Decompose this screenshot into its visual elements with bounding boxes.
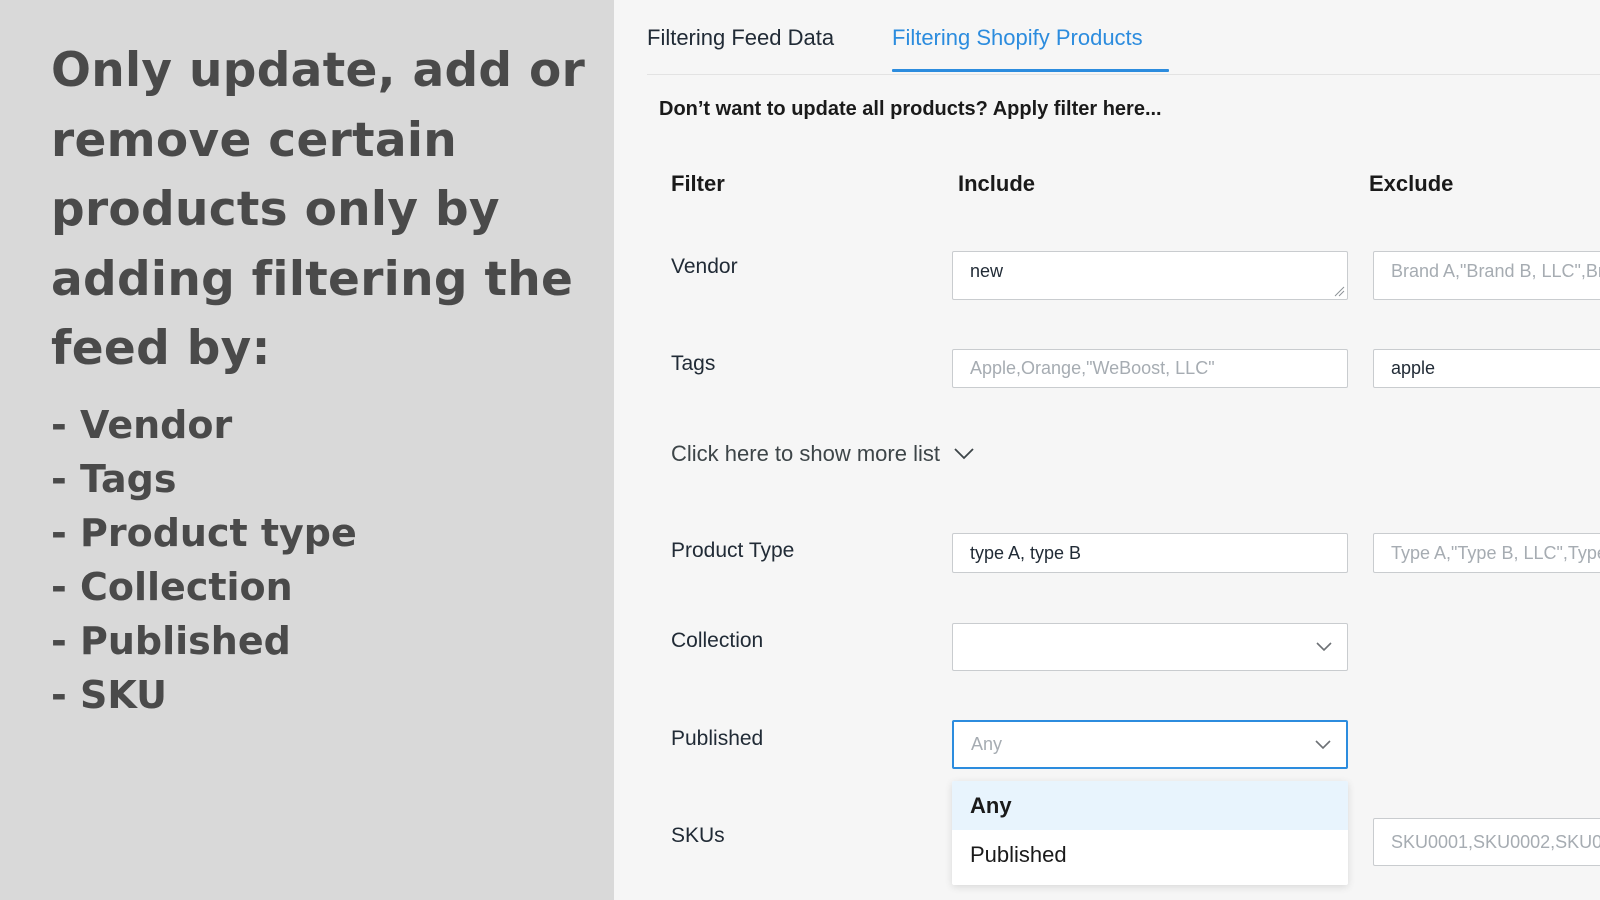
column-header-filter: Filter [671,171,725,196]
tab-filtering-feed-data[interactable]: Filtering Feed Data [647,25,834,51]
vendor-label: Vendor [671,255,738,278]
filter-intro-text: Don’t want to update all products? Apply… [659,98,1162,120]
tab-filtering-shopify-products[interactable]: Filtering Shopify Products [892,25,1143,51]
promo-panel: Only update, add or remove certain produ… [0,0,614,900]
chevron-down-icon [954,448,974,460]
tags-include-placeholder: Apple,Orange,"WeBoost, LLC" [970,358,1215,378]
tags-exclude-value: apple [1391,358,1436,378]
show-more-list-toggle[interactable]: Click here to show more list [671,441,974,467]
chevron-down-icon [1316,642,1332,652]
resize-handle-icon[interactable] [1334,286,1345,297]
collection-select[interactable] [952,623,1348,671]
show-more-label: Click here to show more list [671,441,940,466]
product-type-exclude-placeholder: Type A,"Type B, LLC",Type C [1391,542,1600,563]
bullet-published: - Published [51,619,291,663]
column-header-include: Include [958,171,1036,196]
tab-bar: Filtering Feed Data Filtering Shopify Pr… [647,0,1600,75]
product-type-include-input[interactable]: type A, type B [952,533,1348,573]
promo-bullets: - Vendor - Tags - Product type - Collect… [51,398,357,722]
bullet-product-type: - Product type [51,511,357,555]
promo-headline: Only update, add or remove certain produ… [51,43,586,377]
bullet-vendor: - Vendor [51,403,233,447]
published-select-placeholder: Any [971,734,1003,754]
tags-include-input[interactable]: Apple,Orange,"WeBoost, LLC" [952,349,1348,388]
vendor-exclude-textarea[interactable]: Brand A,"Brand B, LLC",Brand C [1373,251,1600,300]
tags-label: Tags [671,352,716,375]
skus-label: SKUs [671,824,725,847]
chevron-down-icon [1315,739,1331,749]
tags-exclude-input[interactable]: apple [1373,349,1600,388]
skus-exclude-input[interactable]: SKU0001,SKU0002,SKU0003 [1373,818,1600,866]
product-type-label: Product Type [671,539,795,562]
product-type-exclude-input[interactable]: Type A,"Type B, LLC",Type C [1373,533,1600,573]
option-any[interactable]: Any [952,781,1348,830]
option-published[interactable]: Published [952,830,1348,879]
vendor-include-value: new [970,261,1004,281]
collection-label: Collection [671,629,764,652]
bullet-collection: - Collection [51,565,293,609]
published-options-dropdown: Any Published [952,781,1348,885]
published-label: Published [671,727,764,750]
bullet-tags: - Tags [51,457,177,501]
vendor-exclude-placeholder: Brand A,"Brand B, LLC",Brand C [1391,261,1600,281]
product-type-include-value: type A, type B [970,542,1082,563]
published-select[interactable]: Any [952,720,1348,769]
active-tab-indicator [892,69,1169,72]
column-header-exclude: Exclude [1369,171,1454,196]
vendor-include-textarea[interactable]: new [952,251,1348,300]
bullet-sku: - SKU [51,673,168,717]
skus-exclude-placeholder: SKU0001,SKU0002,SKU0003 [1391,831,1600,852]
